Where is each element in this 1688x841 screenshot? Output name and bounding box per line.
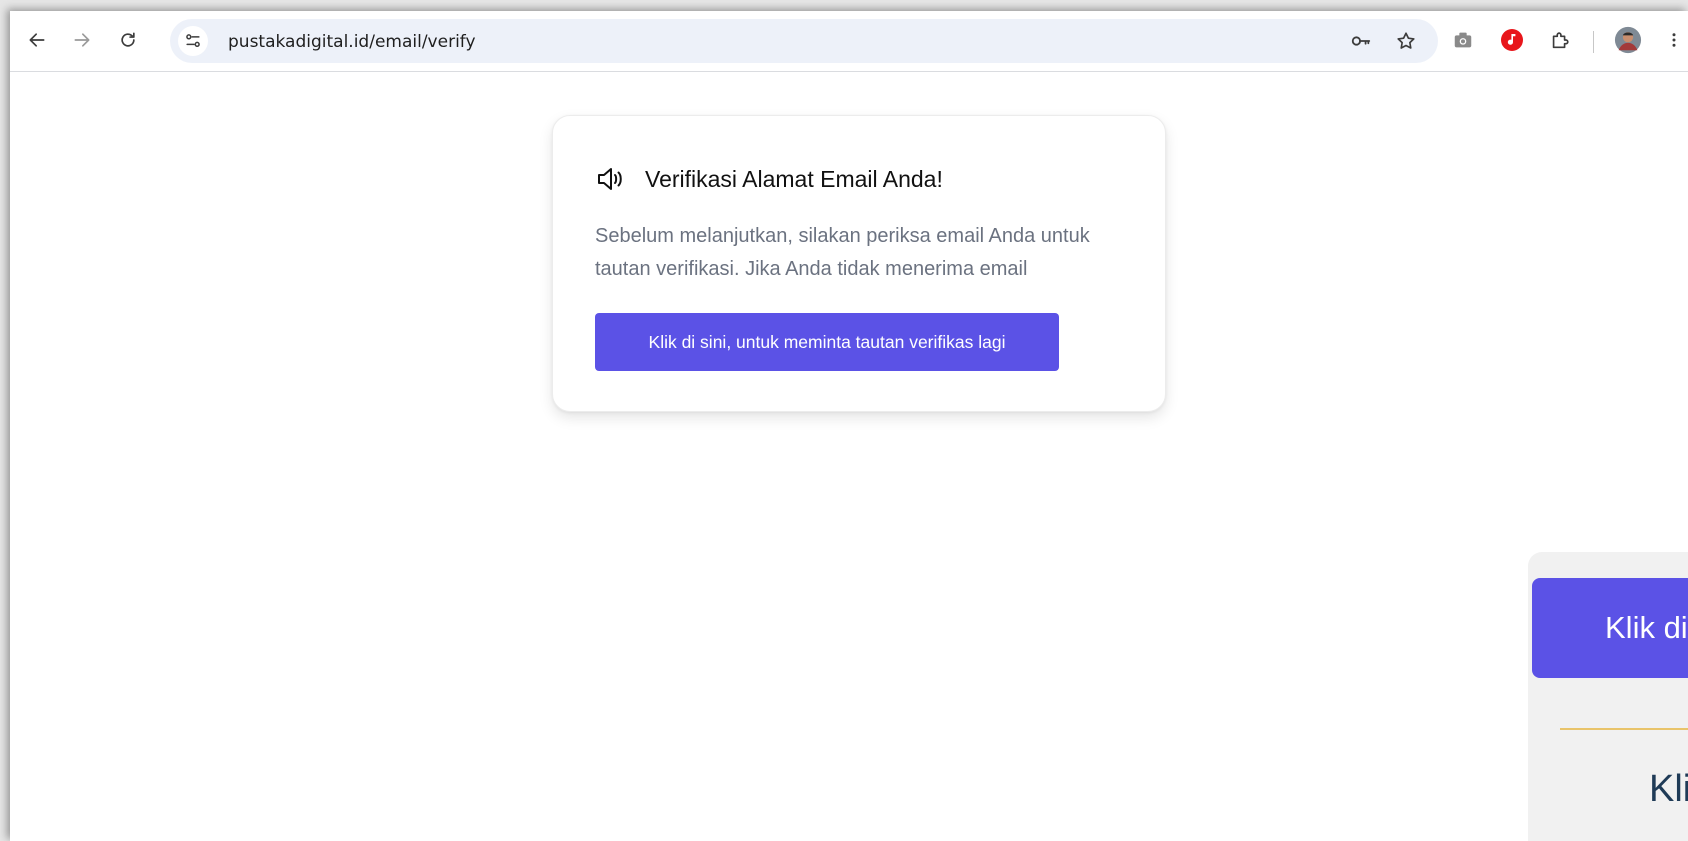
reload-button[interactable] (113, 25, 143, 55)
page-content: Verifikasi Alamat Email Anda! Sebelum me… (10, 73, 1688, 841)
overlay-divider (1560, 728, 1688, 730)
music-extension-button[interactable] (1498, 26, 1526, 54)
card-title: Verifikasi Alamat Email Anda! (645, 165, 943, 192)
browser-menu-button[interactable] (1666, 26, 1682, 54)
password-key-button[interactable] (1349, 30, 1373, 52)
profile-avatar[interactable] (1613, 25, 1643, 55)
arrow-right-icon (74, 33, 90, 47)
screenshot-extension-button[interactable] (1449, 26, 1477, 54)
verify-card: Verifikasi Alamat Email Anda! Sebelum me… (552, 115, 1166, 412)
toolbar-divider (1593, 31, 1594, 53)
resend-verification-button[interactable]: Klik di sini, untuk meminta tautan verif… (595, 313, 1059, 371)
forward-button[interactable] (67, 25, 97, 55)
overlay-text: Kli (1649, 768, 1688, 810)
music-note-icon (1501, 29, 1523, 51)
star-icon (1397, 32, 1415, 49)
browser-toolbar: pustakadigital.id/email/verify (10, 11, 1688, 72)
reload-icon (121, 32, 135, 47)
card-description: Sebelum melanjutkan, silakan periksa ema… (595, 225, 1090, 280)
camera-icon (1454, 32, 1472, 48)
bookmark-button[interactable] (1394, 30, 1418, 52)
card-header: Verifikasi Alamat Email Anda! (595, 164, 943, 194)
site-info-button[interactable] (178, 26, 208, 56)
puzzle-icon (1552, 32, 1569, 49)
address-bar[interactable]: pustakadigital.id/email/verify (170, 19, 1438, 63)
key-icon (1351, 36, 1371, 46)
overlay-button[interactable]: Klik di (1532, 578, 1688, 678)
back-button[interactable] (22, 25, 52, 55)
speaker-icon (598, 168, 622, 190)
url-text[interactable]: pustakadigital.id/email/verify (228, 32, 476, 52)
arrow-left-icon (29, 33, 45, 47)
more-vert-icon (1672, 33, 1676, 47)
browser-window: pustakadigital.id/email/verify Verifikas… (10, 11, 1688, 841)
avatar-icon (1614, 26, 1642, 54)
extensions-button[interactable] (1546, 26, 1574, 54)
tune-icon (186, 34, 200, 47)
